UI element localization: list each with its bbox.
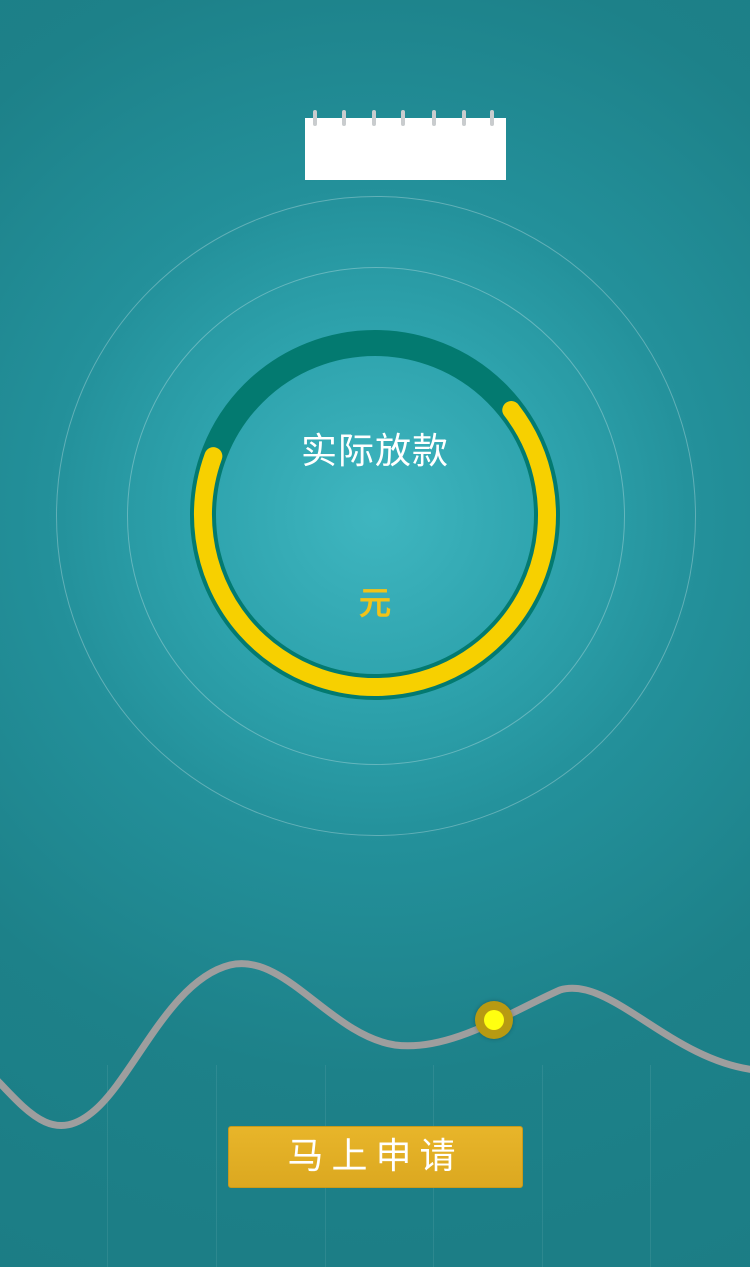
calendar-ring-icon <box>342 110 346 126</box>
loan-amount-gauge <box>190 330 560 700</box>
calendar-ring-icon <box>490 110 494 126</box>
slider-wave-line <box>0 960 750 1129</box>
calendar-ring-icon <box>401 110 405 126</box>
calendar-ring-icon <box>372 110 376 126</box>
gauge-unit: 元 <box>358 584 391 622</box>
slider-knob-icon[interactable] <box>475 1001 513 1039</box>
calendar-card <box>305 110 506 180</box>
calendar-ring-icon <box>432 110 436 126</box>
gauge-title: 实际放款 <box>300 431 449 472</box>
apply-now-button[interactable]: 马上申请 <box>228 1126 523 1188</box>
calendar-ring-icon <box>313 110 317 126</box>
slider-knob-core <box>484 1010 504 1030</box>
amount-slider-track[interactable] <box>0 940 750 1140</box>
calendar-ring-icon <box>462 110 466 126</box>
